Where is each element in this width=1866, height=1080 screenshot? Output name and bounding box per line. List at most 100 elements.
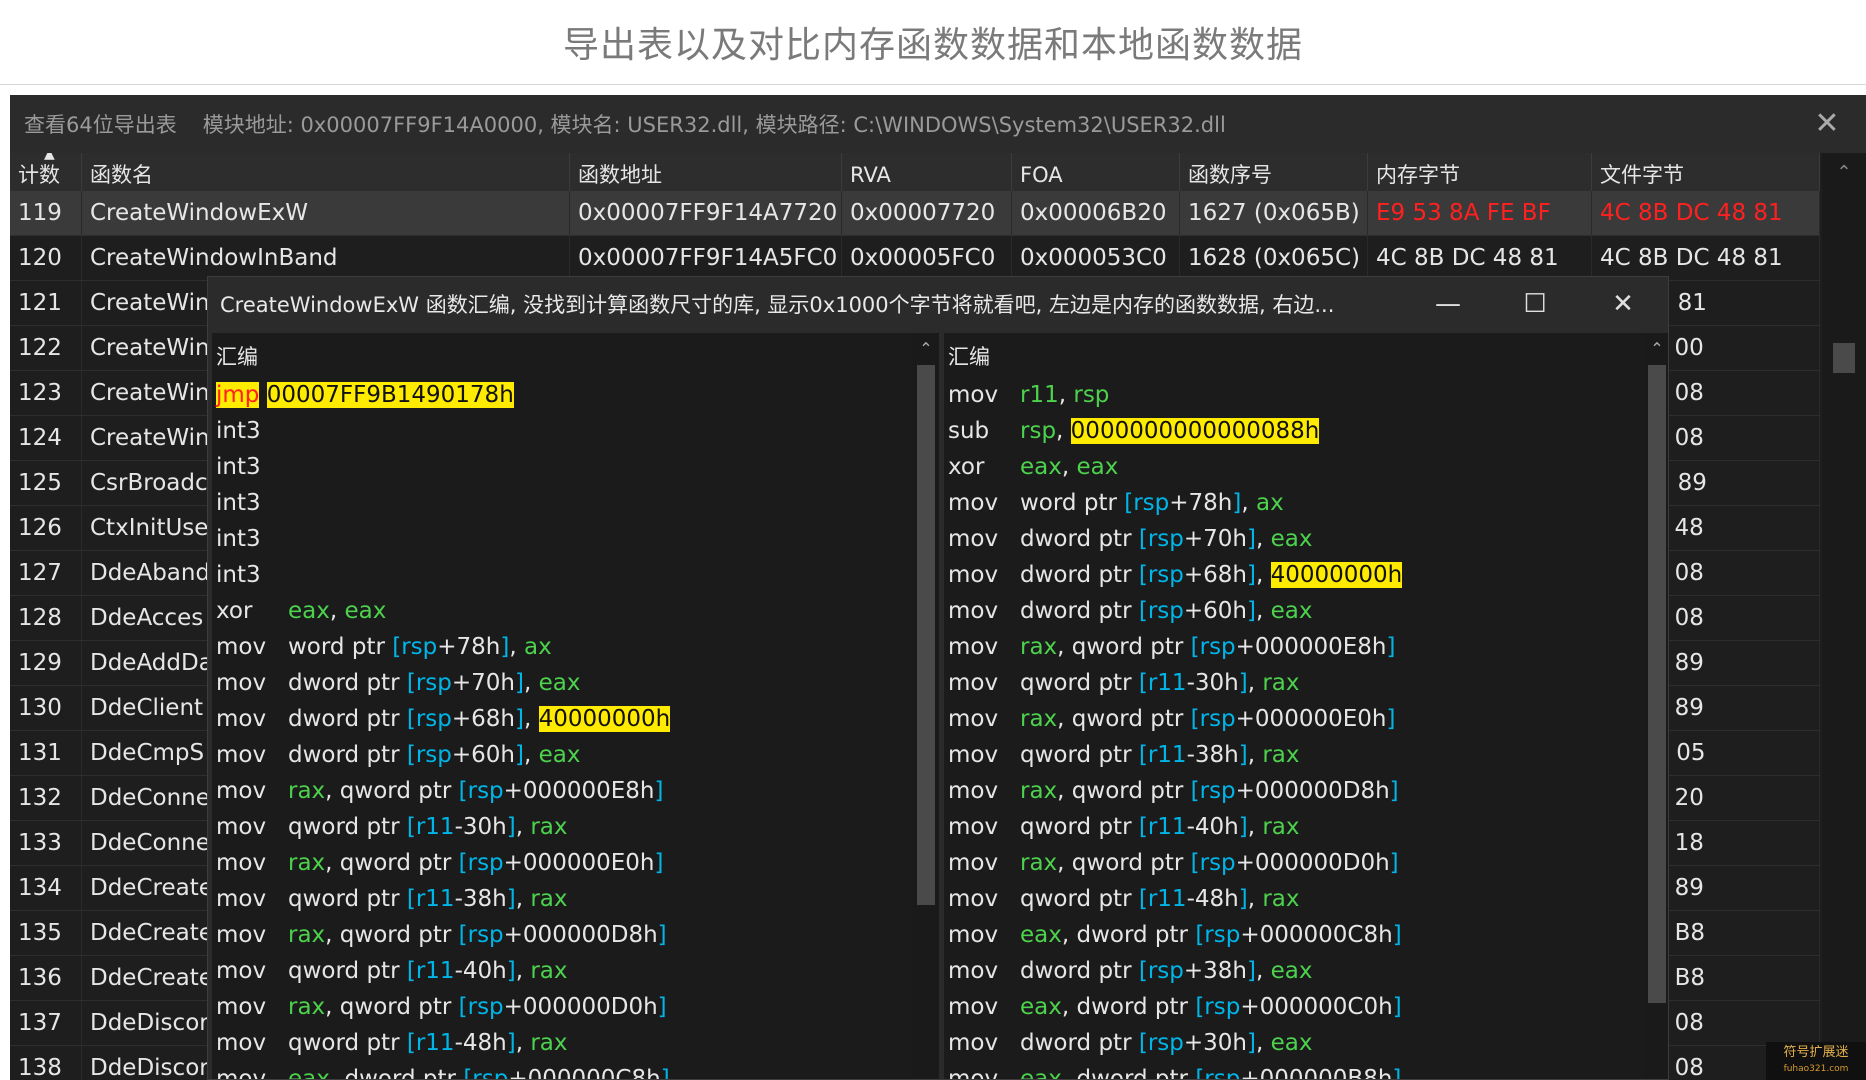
scroll-up-icon[interactable]: ⌃	[913, 333, 939, 363]
asm-line[interactable]: mov rax, qword ptr [rsp+000000D8h]	[216, 917, 670, 953]
asm-line[interactable]: int3	[216, 521, 670, 557]
asm-operand: ]	[1247, 958, 1256, 984]
asm-line[interactable]: mov eax, dword ptr [rsp+000000C8h]	[216, 1061, 670, 1079]
asm-line[interactable]: mov qword ptr [r11-48h], rax	[216, 1025, 670, 1061]
asm-line[interactable]: mov qword ptr [r11-40h], rax	[948, 809, 1402, 845]
asm-line[interactable]: mov dword ptr [rsp+60h], eax	[216, 737, 670, 773]
asm-line[interactable]: mov rax, qword ptr [rsp+000000D8h]	[948, 773, 1402, 809]
asm-line[interactable]: mov qword ptr [r11-40h], rax	[216, 953, 670, 989]
cell-function-name: CreateWindowExW	[82, 191, 570, 235]
asm-line[interactable]: mov dword ptr [rsp+68h], 40000000h	[216, 701, 671, 737]
scrollbar-thumb[interactable]	[917, 365, 935, 905]
asm-operand: [	[1190, 706, 1200, 732]
asm-operand: rsp	[1204, 1066, 1241, 1080]
asm-line[interactable]: xor eax, eax	[216, 593, 670, 629]
asm-line[interactable]: mov rax, qword ptr [rsp+000000E8h]	[948, 629, 1402, 665]
asm-line[interactable]: mov dword ptr [rsp+60h], eax	[948, 593, 1402, 629]
column-header-foa[interactable]: FOA	[1012, 153, 1180, 191]
pane-scrollbar[interactable]: ⌃	[1644, 333, 1668, 1079]
asm-operand: +68h	[1183, 562, 1247, 588]
asm-operand: [	[458, 850, 468, 876]
column-header-rva[interactable]: RVA	[842, 153, 1012, 191]
asm-line[interactable]: mov rax, qword ptr [rsp+000000D0h]	[948, 845, 1402, 881]
asm-operand: +000000D0h	[503, 994, 658, 1020]
asm-line[interactable]: mov qword ptr [r11-30h], rax	[948, 665, 1402, 701]
asm-operand: r11	[1147, 814, 1187, 840]
asm-line[interactable]: mov dword ptr [rsp+70h], eax	[216, 665, 670, 701]
asm-operand: [	[1138, 526, 1148, 552]
asm-operand: ,	[329, 598, 345, 624]
pane-scrollbar[interactable]: ⌃	[913, 333, 939, 1079]
asm-operand: +000000E0h	[1235, 706, 1387, 732]
scroll-up-icon[interactable]: ⌃	[1644, 333, 1668, 363]
asm-mnemonic: mov	[948, 382, 999, 408]
asm-line[interactable]: xor eax, eax	[948, 449, 1402, 485]
asm-line[interactable]: mov dword ptr [rsp+70h], eax	[948, 521, 1402, 557]
asm-line[interactable]: int3	[216, 413, 670, 449]
asm-line[interactable]: mov qword ptr [r11-38h], rax	[948, 737, 1402, 773]
column-header-memory-bytes[interactable]: 内存字节	[1368, 153, 1592, 191]
asm-line[interactable]: mov qword ptr [r11-30h], rax	[216, 809, 670, 845]
asm-line[interactable]: mov rax, qword ptr [rsp+000000E0h]	[216, 845, 670, 881]
asm-operand: +70h	[1183, 526, 1247, 552]
asm-line[interactable]: mov rax, qword ptr [rsp+000000E8h]	[216, 773, 670, 809]
asm-mnemonic: mov	[948, 958, 999, 984]
asm-line[interactable]: mov rax, qword ptr [rsp+000000D0h]	[216, 989, 670, 1025]
asm-operand: -48h	[454, 1030, 507, 1056]
memory-disassembly-pane[interactable]: 汇编 jmp 00007FF9B1490178h int3 int3 int3 int3…	[212, 333, 939, 1079]
column-header-address[interactable]: 函数地址	[570, 153, 842, 191]
asm-line[interactable]: mov dword ptr [rsp+30h], eax	[948, 1025, 1402, 1061]
asm-operand: , dword ptr	[1061, 994, 1196, 1020]
asm-line[interactable]: mov rax, qword ptr [rsp+000000E0h]	[948, 701, 1402, 737]
asm-operand: dword ptr	[1020, 598, 1139, 624]
asm-operand: rsp	[1147, 526, 1184, 552]
cell-foa: 0x00006B20	[1012, 191, 1180, 235]
maximize-icon[interactable]: ☐	[1510, 281, 1560, 327]
asm-register: rax	[530, 958, 568, 984]
asm-line[interactable]: mov eax, dword ptr [rsp+000000C0h]	[948, 989, 1402, 1025]
asm-line[interactable]: mov eax, dword ptr [rsp+000000C8h]	[948, 917, 1402, 953]
asm-line[interactable]: jmp 00007FF9B1490178h	[216, 377, 670, 413]
asm-operand: [	[1138, 670, 1148, 696]
asm-line[interactable]: mov dword ptr [rsp+38h], eax	[948, 953, 1402, 989]
scroll-up-icon[interactable]: ⌃	[1822, 153, 1866, 189]
asm-operand: ]	[1238, 742, 1248, 768]
asm-mnemonic: mov	[216, 670, 267, 696]
asm-line[interactable]: int3	[216, 485, 670, 521]
column-header-name[interactable]: 函数名	[82, 153, 570, 191]
asm-line[interactable]: int3	[216, 449, 670, 485]
column-header-count[interactable]: ▲ 计数	[10, 153, 82, 191]
window-title: 查看64位导出表	[24, 113, 177, 137]
asm-line[interactable]: mov word ptr [rsp+78h], ax	[948, 485, 1402, 521]
asm-operand: rsp	[1147, 1030, 1184, 1056]
asm-line[interactable]: mov word ptr [rsp+78h], ax	[216, 629, 670, 665]
asm-register: eax	[538, 742, 581, 768]
scrollbar-thumb[interactable]	[1648, 365, 1666, 1003]
dialog-titlebar[interactable]: CreateWindowExW 函数汇编, 没找到计算函数尺寸的库, 显示0x1…	[208, 277, 1668, 331]
close-icon[interactable]: ✕	[1598, 281, 1648, 327]
asm-operand: +000000B8h	[1240, 1066, 1393, 1080]
column-header-file-bytes[interactable]: 文件字节	[1592, 153, 1820, 191]
column-header-ordinal[interactable]: 函数序号	[1180, 153, 1368, 191]
asm-operand: -30h	[454, 814, 507, 840]
file-disassembly-pane[interactable]: 汇编 mov r11, rsp sub rsp, 0000000000000088h x…	[944, 333, 1668, 1080]
asm-operand: , qword ptr	[1057, 778, 1191, 804]
close-icon[interactable]: ✕	[1810, 107, 1844, 141]
asm-operand: ]	[1392, 922, 1402, 948]
asm-operand: , qword ptr	[1057, 634, 1191, 660]
asm-line[interactable]: mov qword ptr [r11-48h], rax	[948, 881, 1402, 917]
scrollbar-thumb[interactable]	[1833, 343, 1855, 373]
asm-line[interactable]: int3	[216, 557, 670, 593]
minimize-icon[interactable]: —	[1423, 281, 1473, 327]
asm-register: eax	[288, 598, 330, 624]
asm-line[interactable]: mov qword ptr [r11-38h], rax	[216, 881, 670, 917]
asm-operand: ]	[506, 814, 516, 840]
table-row[interactable]: 119 CreateWindowExW 0x00007FF9F14A7720 0x00…	[10, 191, 1820, 236]
asm-line[interactable]: mov r11, rsp	[948, 377, 1402, 413]
asm-line[interactable]: mov dword ptr [rsp+68h], 40000000h	[948, 557, 1403, 593]
asm-line[interactable]: sub rsp, 0000000000000088h	[948, 413, 1402, 449]
asm-line[interactable]: mov eax, dword ptr [rsp+000000B8h]	[948, 1061, 1402, 1080]
table-row[interactable]: 120 CreateWindowInBand 0x00007FF9F14A5FC0 0…	[10, 236, 1820, 281]
table-scrollbar[interactable]: ⌃	[1822, 153, 1866, 1080]
cell-count: 128	[10, 596, 82, 640]
